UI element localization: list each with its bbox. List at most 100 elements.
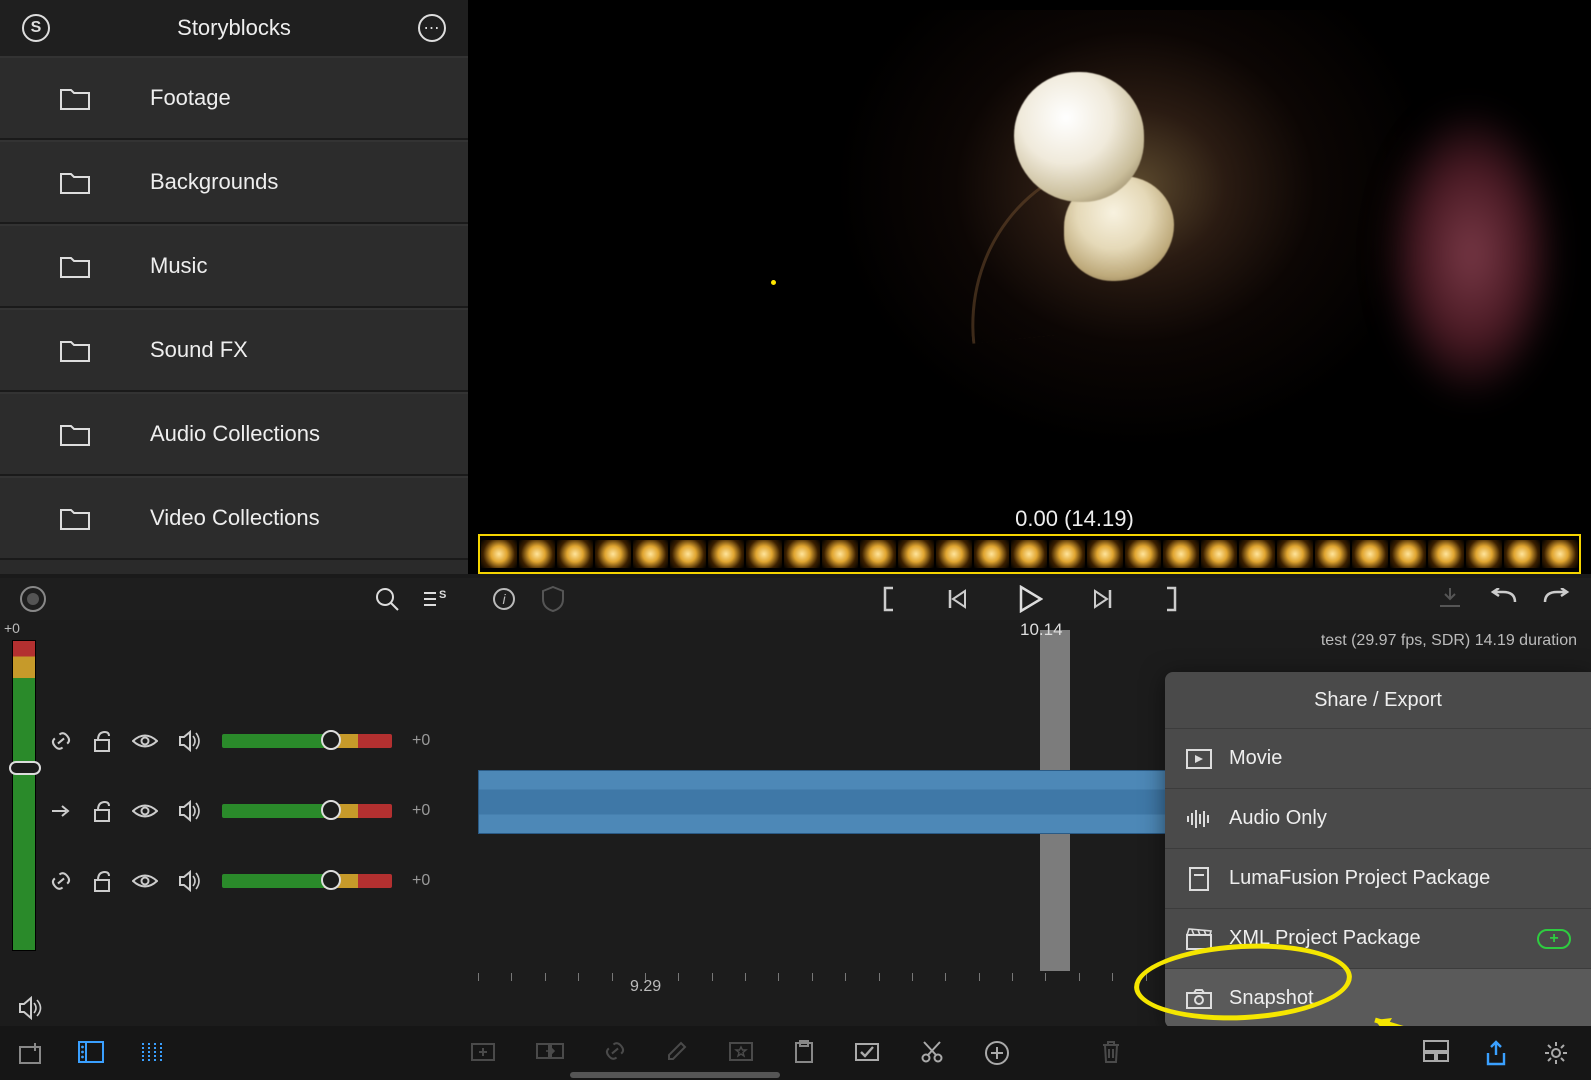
eye-icon[interactable] (132, 872, 158, 890)
sidebar-toolbar: S (0, 578, 468, 620)
sort-filter-icon[interactable]: S (422, 587, 446, 611)
transition-icon[interactable] (536, 1040, 564, 1066)
master-level-meter[interactable] (12, 640, 36, 951)
track-level-slider[interactable] (222, 874, 392, 888)
popover-item-label: Snapshot (1229, 987, 1314, 1010)
track-gain-label: +0 (412, 732, 430, 750)
track-controls: +0 +0 +0 (50, 706, 470, 916)
popover-item-label: LumaFusion Project Package (1229, 867, 1490, 890)
folder-icon (60, 337, 90, 363)
export-audio-item[interactable]: Audio Only (1165, 788, 1591, 848)
preview-canvas[interactable]: 0.00 (14.19) (568, 10, 1581, 530)
project-info-label: test (29.97 fps, SDR) 14.19 duration (1321, 632, 1577, 650)
sidebar-item-music[interactable]: Music (0, 224, 468, 308)
folder-icon (60, 505, 90, 531)
export-lumafusion-package-item[interactable]: LumaFusion Project Package (1165, 848, 1591, 908)
redo-icon[interactable] (1543, 588, 1571, 610)
transport-bar: i (468, 578, 1591, 620)
lock-icon[interactable] (92, 800, 112, 822)
track-level-slider[interactable] (222, 734, 392, 748)
package-icon (1185, 866, 1213, 892)
play-icon[interactable] (1017, 585, 1043, 613)
speaker-icon[interactable] (178, 730, 202, 752)
settings-gear-icon[interactable] (1543, 1040, 1569, 1066)
clapperboard-icon (1185, 928, 1213, 950)
preview-time-display: 0.00 (14.19) (568, 506, 1581, 530)
premium-badge-icon: + (1537, 929, 1571, 949)
master-speaker-icon[interactable] (18, 996, 44, 1020)
sidebar-list: Footage Backgrounds Music Sound FX Audio… (0, 56, 468, 560)
sidebar-item-audio-collections[interactable]: Audio Collections (0, 392, 468, 476)
popover-item-label: Audio Only (1229, 807, 1327, 830)
track-row: +0 (50, 846, 470, 916)
edit-icon[interactable] (666, 1040, 688, 1066)
master-gain-label: +0 (4, 620, 20, 636)
mark-in-icon[interactable] (879, 586, 897, 612)
storyblocks-logo-icon[interactable]: S (22, 14, 50, 42)
cut-icon[interactable] (920, 1040, 944, 1066)
sidebar-item-label: Footage (150, 85, 231, 111)
export-movie-item[interactable]: Movie (1165, 728, 1591, 788)
mixer-view-icon[interactable] (140, 1041, 164, 1065)
eye-icon[interactable] (132, 802, 158, 820)
record-icon[interactable] (20, 586, 46, 612)
main-track-icon[interactable] (50, 803, 72, 819)
layout-icon[interactable] (1423, 1040, 1449, 1066)
library-sidebar: S Storyblocks ⋯ Footage Backgrounds Musi… (0, 0, 468, 574)
track-gain-label: +0 (412, 872, 430, 890)
sidebar-item-label: Sound FX (150, 337, 248, 363)
prev-frame-icon[interactable] (945, 587, 969, 611)
info-icon[interactable]: i (492, 587, 516, 611)
link-icon[interactable] (50, 870, 72, 892)
popover-item-label: Movie (1229, 747, 1282, 770)
next-frame-icon[interactable] (1091, 587, 1115, 611)
speaker-icon[interactable] (178, 870, 202, 892)
undo-icon[interactable] (1489, 588, 1517, 610)
sidebar-item-label: Backgrounds (150, 169, 278, 195)
folder-icon (60, 85, 90, 111)
share-icon[interactable] (1485, 1040, 1507, 1066)
trash-icon[interactable] (1100, 1040, 1122, 1066)
popover-title: Share / Export (1165, 672, 1591, 728)
sidebar-item-soundfx[interactable]: Sound FX (0, 308, 468, 392)
sidebar-title: Storyblocks (0, 15, 468, 41)
link-clips-icon[interactable] (604, 1040, 626, 1066)
search-icon[interactable] (374, 586, 400, 612)
movie-icon (1185, 749, 1213, 769)
sidebar-item-label: Music (150, 253, 207, 279)
sidebar-header: S Storyblocks ⋯ (0, 0, 468, 56)
preview-panel: 0.00 (14.19) (468, 0, 1591, 574)
sidebar-item-backgrounds[interactable]: Backgrounds (0, 140, 468, 224)
add-media-icon[interactable] (18, 1041, 42, 1065)
filmstrip[interactable] (478, 534, 1581, 574)
library-view-icon[interactable] (78, 1041, 104, 1065)
lock-icon[interactable] (92, 870, 112, 892)
track-row: +0 (50, 706, 470, 776)
svg-text:S: S (439, 589, 446, 601)
sidebar-item-video-collections[interactable]: Video Collections (0, 476, 468, 560)
eye-icon[interactable] (132, 732, 158, 750)
speaker-icon[interactable] (178, 800, 202, 822)
folder-icon (60, 169, 90, 195)
export-xml-package-item[interactable]: XML Project Package + (1165, 908, 1591, 968)
share-export-popover: Share / Export Movie Audio Only LumaFusi… (1165, 672, 1591, 1028)
folder-icon (60, 421, 90, 447)
camera-icon (1185, 988, 1213, 1010)
export-snapshot-item[interactable]: Snapshot (1165, 968, 1591, 1028)
lock-icon[interactable] (92, 730, 112, 752)
horizontal-scrollbar[interactable] (570, 1072, 780, 1078)
clipboard-icon[interactable] (794, 1040, 814, 1066)
add-circle-icon[interactable] (984, 1040, 1010, 1066)
more-options-icon[interactable]: ⋯ (418, 14, 446, 42)
sidebar-item-footage[interactable]: Footage (0, 56, 468, 140)
add-clip-icon[interactable] (470, 1040, 496, 1066)
insert-clip-icon[interactable] (1437, 586, 1463, 612)
folder-icon (60, 253, 90, 279)
mark-out-icon[interactable] (1163, 586, 1181, 612)
svg-text:i: i (502, 591, 506, 607)
link-icon[interactable] (50, 730, 72, 752)
favorite-clip-icon[interactable] (728, 1040, 754, 1066)
track-level-slider[interactable] (222, 804, 392, 818)
shield-icon[interactable] (542, 586, 564, 612)
select-mode-icon[interactable] (854, 1040, 880, 1066)
